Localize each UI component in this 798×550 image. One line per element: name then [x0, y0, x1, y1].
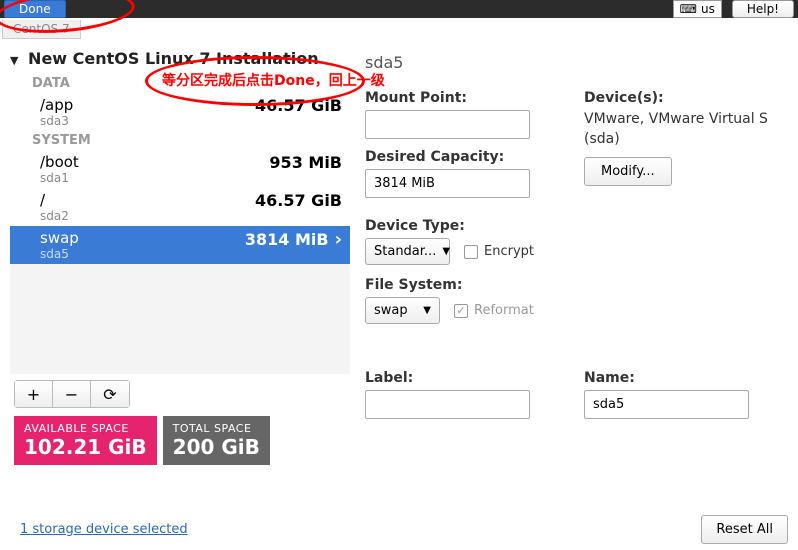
label-input[interactable]: [365, 390, 530, 419]
filesystem-dropdown[interactable]: swap ▼: [365, 297, 440, 324]
partition-boot[interactable]: /boot sda1 953 MiB: [10, 150, 350, 188]
mount-point-input[interactable]: [365, 110, 530, 139]
partition-app[interactable]: /app sda3 46.57 GiB: [10, 93, 350, 131]
mount-point-label: Mount Point:: [365, 90, 559, 106]
partition-list-spacer: [10, 264, 350, 374]
label-label: Label:: [365, 370, 559, 386]
modify-button[interactable]: Modify...: [584, 157, 672, 186]
device-type-label: Device Type:: [365, 218, 778, 234]
selected-device: sda5: [365, 53, 778, 72]
add-partition-button[interactable]: +: [15, 381, 53, 407]
total-space-box: TOTAL SPACE 200 GiB: [163, 416, 270, 465]
name-input[interactable]: [584, 390, 749, 419]
name-label: Name:: [584, 370, 778, 386]
reformat-checkbox: ✓ Reformat: [454, 303, 534, 318]
install-header[interactable]: ▼ New CentOS Linux 7 Installation: [10, 49, 350, 68]
reload-button[interactable]: ⟳: [91, 381, 129, 407]
section-data: DATA: [10, 74, 350, 93]
encrypt-checkbox[interactable]: Encrypt: [464, 244, 534, 259]
chevron-right-icon: ›: [335, 229, 342, 250]
done-button[interactable]: Done: [4, 0, 66, 18]
help-button[interactable]: Help!: [732, 0, 794, 18]
filesystem-label: File System:: [365, 277, 778, 293]
devices-label: Device(s):: [584, 90, 778, 106]
keyboard-icon: ⌨: [680, 2, 697, 16]
partition-root[interactable]: / sda2 46.57 GiB: [10, 188, 350, 226]
chevron-down-icon: ▼: [423, 305, 431, 316]
device-type-dropdown[interactable]: Standar... ▼: [365, 238, 450, 265]
tab-centos[interactable]: CentOS 7: [2, 20, 81, 39]
reset-all-button[interactable]: Reset All: [701, 515, 788, 544]
keyboard-layout: us: [701, 2, 715, 16]
section-system: SYSTEM: [10, 131, 350, 150]
capacity-input[interactable]: [365, 169, 530, 198]
devices-text: VMware, VMware Virtual S (sda): [584, 110, 778, 149]
available-space-box: AVAILABLE SPACE 102.21 GiB: [14, 416, 157, 465]
partition-swap[interactable]: swap sda5 3814 MiB ›: [10, 226, 350, 264]
keyboard-indicator[interactable]: ⌨ us: [673, 0, 722, 18]
capacity-label: Desired Capacity:: [365, 149, 559, 165]
storage-devices-link[interactable]: 1 storage device selected: [20, 522, 188, 537]
chevron-down-icon: ▼: [442, 246, 450, 257]
remove-partition-button[interactable]: −: [53, 381, 91, 407]
collapse-icon: ▼: [10, 54, 18, 67]
